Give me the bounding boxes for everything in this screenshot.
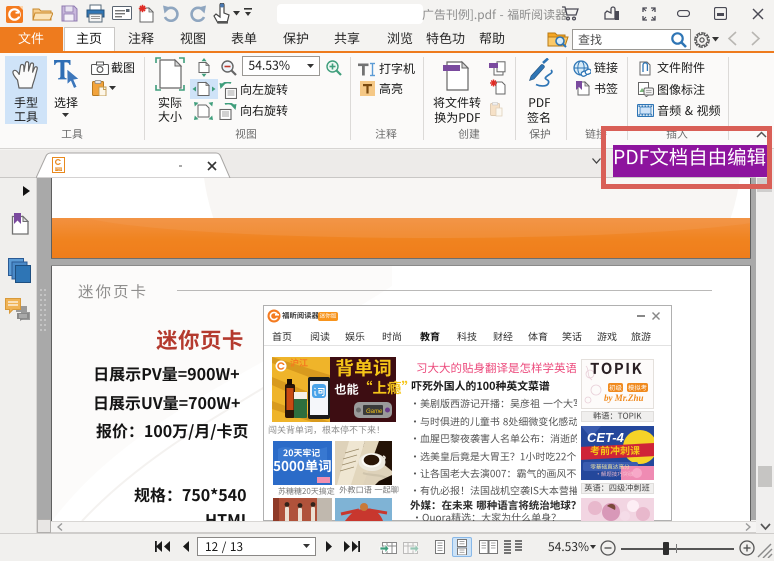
svg-text:CET-4: CET-4 [587, 430, 625, 445]
svg-text:PDF: PDF [55, 168, 63, 172]
svg-text:Game: Game [366, 409, 383, 415]
